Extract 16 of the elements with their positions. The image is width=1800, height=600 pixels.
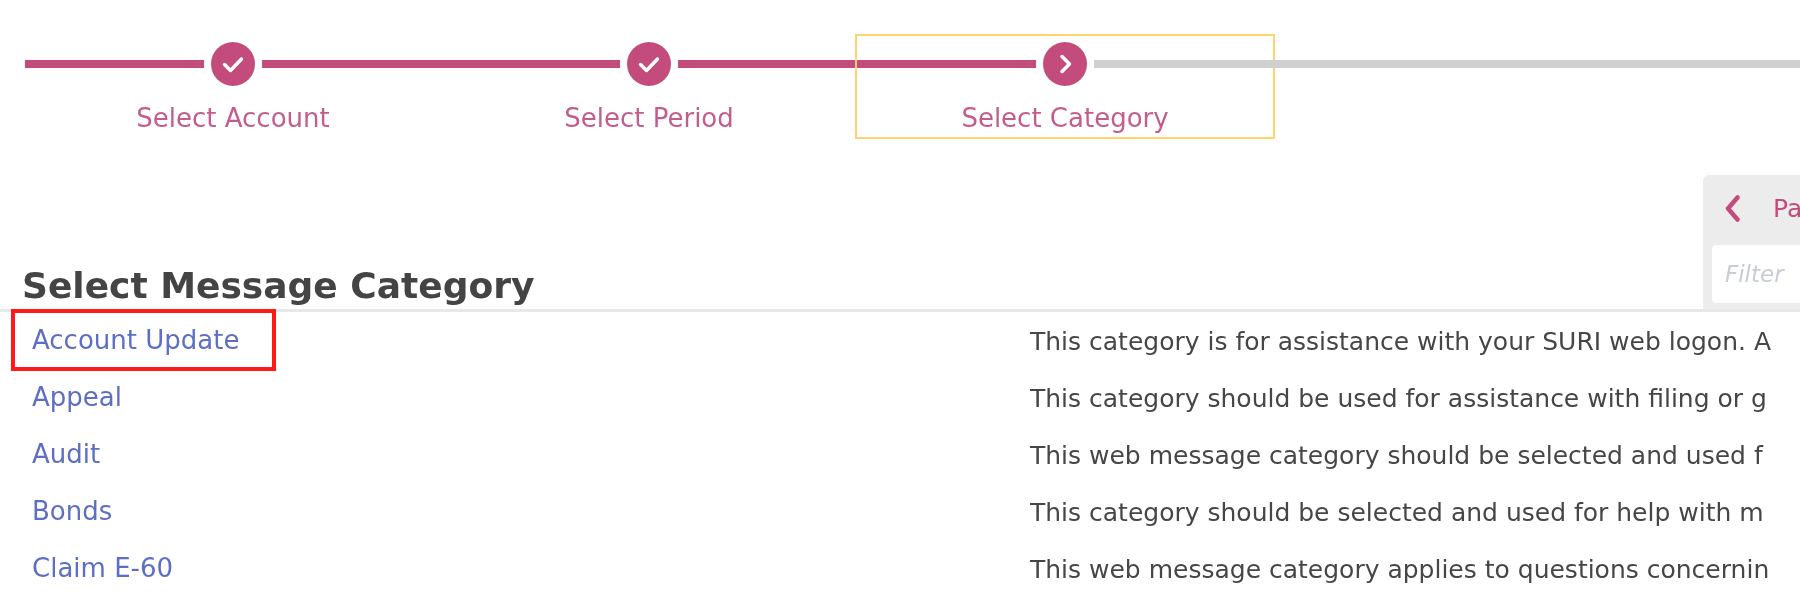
category-link[interactable]: Bonds xyxy=(32,496,113,526)
category-link[interactable]: Audit xyxy=(32,439,101,469)
description-text: This web message category should be selected and used f xyxy=(1030,441,1765,470)
page-heading: Select Message Category xyxy=(22,264,535,308)
description-text: This category should be used for assistance with filing or g xyxy=(1030,384,1768,413)
description-text: This category is for assistance with your SURI web logon. A xyxy=(1030,327,1772,356)
category-link[interactable]: Claim E-60 xyxy=(32,553,174,583)
progress-step[interactable]: Select Account xyxy=(25,36,441,137)
progress-step[interactable]: Select Period xyxy=(441,36,857,137)
back-link[interactable]: Pa xyxy=(1712,193,1800,223)
description-text: This category should be selected and used for help with m xyxy=(1030,498,1765,527)
description-text: This web message category applies to questions concernin xyxy=(1030,555,1771,584)
category-link[interactable]: Account Update xyxy=(32,325,240,355)
progress-step[interactable]: Select Category xyxy=(857,36,1273,137)
category-link[interactable]: Appeal xyxy=(32,382,122,412)
chevron-left-icon xyxy=(1725,194,1740,222)
